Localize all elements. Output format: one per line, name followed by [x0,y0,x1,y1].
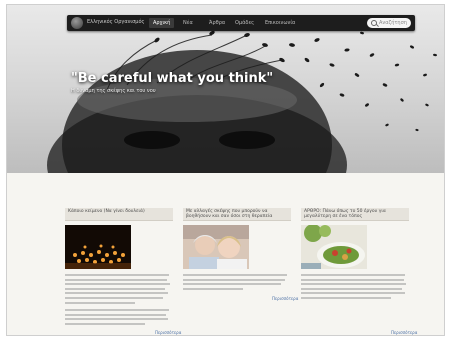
salad-thumbnail [301,225,367,269]
nav-item-groups[interactable]: Ομάδες [231,18,258,28]
top-navbar: Ελληνικός Οργανισμός Αρχική Νέα Άρθρα Ομ… [67,15,415,31]
site-brand[interactable]: Ελληνικός Οργανισμός [87,19,144,25]
web-page: Ελληνικός Οργανισμός Αρχική Νέα Άρθρα Ομ… [6,4,445,336]
article-card-3: ΑΡΘΡΟ: Πάνω όπως το 50 έργου για μεγαλύτ… [301,208,409,302]
nav-item-news[interactable]: Νέα [179,18,197,28]
card-heading[interactable]: Κάποιο κείμενο (Να γίνει δουλειά) [65,208,173,221]
content-area: Κάποιο κείμενο (Να γίνει δουλειά) Περισσ… [7,173,444,335]
salad-plate-image[interactable] [301,225,367,269]
hero-banner: Ελληνικός Οργανισμός Αρχική Νέα Άρθρα Ομ… [7,5,444,173]
logo-icon[interactable] [71,17,83,29]
card-body-text [65,274,173,325]
article-card-1: Κάποιο κείμενο (Να γίνει δουλειά) [65,208,173,328]
hero-quote: "Be careful what you think" [71,71,274,86]
nav-item-articles[interactable]: Άρθρα [205,18,229,28]
nav-item-contact[interactable]: Επικοινωνία [261,18,299,28]
read-more-link-1[interactable]: Περισσότερα [155,330,181,335]
hero-subtitle: Η δύναμη της σκέψης και του νου [71,88,156,94]
article-card-2: Με αλλαγές σκέψης που μπορούν να βοηθήσο… [183,208,291,292]
search-box[interactable]: Αναζήτηση [367,18,411,28]
search-input[interactable]: Αναζήτηση [379,20,407,26]
read-more-link-3[interactable]: Περισσότερα [391,330,417,335]
elderly-couple-thumbnail [183,225,249,269]
search-icon[interactable] [371,20,377,26]
card-heading[interactable]: Με αλλαγές σκέψης που μπορούν να βοηθήσο… [183,208,291,221]
card-body-text [183,274,291,290]
nav-item-home[interactable]: Αρχική [149,18,175,28]
candles-image[interactable] [65,225,131,269]
candles-thumbnail [65,225,131,269]
read-more-link-2[interactable]: Περισσότερα [272,296,298,301]
elderly-couple-image[interactable] [183,225,249,269]
card-heading[interactable]: ΑΡΘΡΟ: Πάνω όπως το 50 έργου για μεγαλύτ… [301,208,409,221]
screenshot-frame: Ελληνικός Οργανισμός Αρχική Νέα Άρθρα Ομ… [0,0,450,340]
card-body-text [301,274,409,299]
